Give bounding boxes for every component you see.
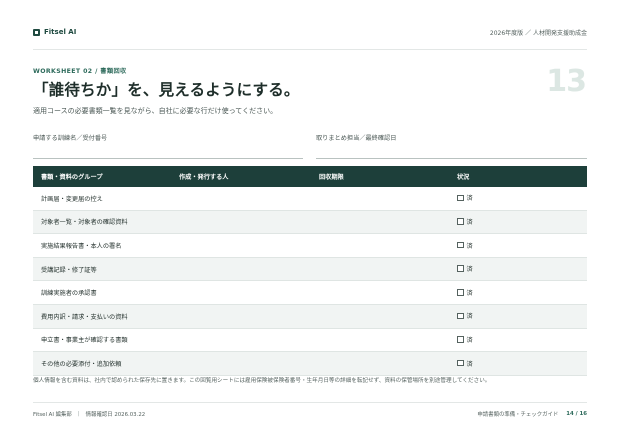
document-group: 訓練実施者の承認書 [33,280,171,305]
coordinator-label: 取りまとめ担当／最終確認日 [316,135,397,142]
documents-table: 書類・資料のグループ 作成・発行する人 回収期限 状況 計画届・変更届の控え 済… [33,166,587,376]
table-row: 対象者一覧・対象者の確認資料 済 [33,210,587,235]
status-check[interactable]: 済 [457,193,473,202]
issuer-cell[interactable] [171,280,311,305]
footer-left: Fitsel AI 編集部 | 情報確認日 2026.03.22 [33,410,145,418]
training-name-label: 申請する訓練名／受付番号 [33,135,108,142]
status-check[interactable]: 済 [457,359,473,368]
checkbox-icon[interactable] [457,241,464,249]
status-cell: 済 [449,351,587,376]
brand-name: Fitsel AI [44,28,77,36]
status-check[interactable]: 済 [457,288,473,297]
table-header-row: 書類・資料のグループ 作成・発行する人 回収期限 状況 [33,166,587,187]
deadline-cell[interactable] [311,280,449,305]
deadline-cell[interactable] [311,187,449,211]
document-group: 申立書・事業主が確認する書類 [33,328,171,353]
issuer-cell[interactable] [171,328,311,353]
deadline-cell[interactable] [311,351,449,376]
issuer-cell[interactable] [171,233,311,258]
table-row: その他の必要添付・追加依頼 済 [33,351,587,376]
status-check[interactable]: 済 [457,217,473,226]
document-group: 実施結果報告書・本人の署名 [33,233,171,258]
document-group: 計画届・変更届の控え [33,187,171,211]
status-cell: 済 [449,210,587,235]
status-check[interactable]: 済 [457,335,473,344]
document-group: 受講記録・修了証等 [33,257,171,282]
brand: Fitsel AI [33,28,76,36]
privacy-note: 個人情報を含む資料は、社内で認められた保存先に置きます。この回覧用シートには雇用… [33,378,491,384]
status-label: 済 [466,219,473,227]
section-number: 13 [546,64,587,99]
footer-divider [33,402,587,403]
column-header-status: 状況 [449,166,587,187]
status-check[interactable]: 済 [457,264,473,273]
brand-logo-icon [33,28,40,36]
status-label: 済 [466,336,473,344]
status-check[interactable]: 済 [457,311,473,320]
checkbox-icon[interactable] [457,218,464,225]
document-group: その他の必要添付・追加依頼 [33,351,171,376]
footer-right: 申請書類の準備・チェックガイド 14 / 16 [477,410,587,418]
page-subtitle: 適用コースの必要書類一覧を見ながら、自社に必要な行だけ使ってください。 [33,107,278,115]
status-cell: 済 [449,233,587,258]
issuer-cell[interactable] [171,210,311,235]
status-label: 済 [466,289,473,297]
status-label: 済 [466,313,473,321]
status-check[interactable]: 済 [457,241,473,250]
deadline-cell[interactable] [311,210,449,235]
deadline-cell[interactable] [311,304,449,329]
column-header-issuer: 作成・発行する人 [171,166,311,187]
footer-date: 情報確認日 2026.03.22 [85,412,146,418]
checkbox-icon[interactable] [457,359,464,367]
checkbox-icon[interactable] [457,289,464,296]
table-row: 実施結果報告書・本人の署名 済 [33,233,587,258]
footer-page-number: 14 / 16 [566,411,587,417]
page-title: 「誰待ちか」を、見えるようにする。 [33,81,300,99]
table-row: 申立書・事業主が確認する書類 済 [33,328,587,353]
footer-separator: | [77,411,80,417]
status-label: 済 [466,195,473,203]
coordinator-field[interactable] [316,158,587,159]
page-header: Fitsel AI 2026年度版 ／ 人材開発支援助成金 [33,24,587,40]
table-row: 訓練実施者の承認書 済 [33,280,587,305]
footer-guide: 申請書類の準備・チェックガイド [477,412,559,418]
table-row: 費用内訳・請求・支払いの資料 済 [33,304,587,329]
issuer-cell[interactable] [171,257,311,282]
checkbox-icon[interactable] [457,265,464,272]
status-label: 済 [466,242,473,250]
deadline-cell[interactable] [311,233,449,258]
status-cell: 済 [449,304,587,329]
table-row: 計画届・変更届の控え 済 [33,187,587,211]
checkbox-icon[interactable] [457,336,464,343]
worksheet-eyebrow: WORKSHEET 02 / 書類回収 [33,68,127,75]
checkbox-icon[interactable] [457,194,464,202]
footer-org: Fitsel AI 編集部 [33,412,72,418]
issuer-cell[interactable] [171,187,311,211]
issuer-cell[interactable] [171,304,311,329]
header-divider [33,49,587,50]
document-group: 費用内訳・請求・支払いの資料 [33,304,171,329]
status-cell: 済 [449,187,587,211]
column-header-group: 書類・資料のグループ [33,166,171,187]
status-label: 済 [466,360,473,368]
deadline-cell[interactable] [311,257,449,282]
training-name-field[interactable] [33,158,303,159]
status-label: 済 [466,266,473,274]
status-cell: 済 [449,280,587,305]
column-header-deadline: 回収期限 [311,166,449,187]
status-cell: 済 [449,257,587,282]
header-edition: 2026年度版 ／ 人材開発支援助成金 [489,29,587,37]
table-row: 受講記録・修了証等 済 [33,257,587,282]
deadline-cell[interactable] [311,328,449,353]
issuer-cell[interactable] [171,351,311,376]
checkbox-icon[interactable] [457,312,464,320]
worksheet-page: Fitsel AI 2026年度版 ／ 人材開発支援助成金 WORKSHEET … [0,0,620,439]
status-cell: 済 [449,328,587,353]
document-group: 対象者一覧・対象者の確認資料 [33,210,171,235]
